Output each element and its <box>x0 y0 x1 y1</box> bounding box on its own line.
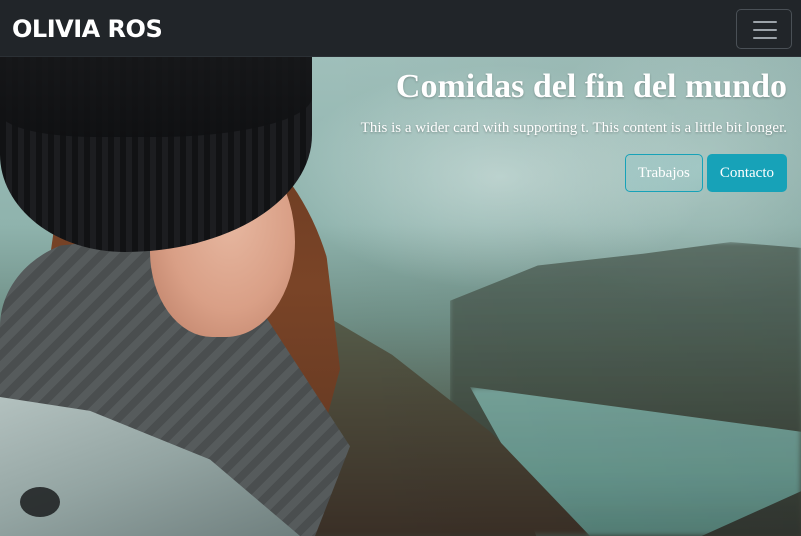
navbar: OLIVIA ROS <box>0 0 801 57</box>
contacto-button[interactable]: Contacto <box>706 154 787 192</box>
brand-logo[interactable]: OLIVIA ROS <box>12 12 163 46</box>
trabajos-button[interactable]: Trabajos <box>624 154 703 192</box>
navbar-toggler-button[interactable] <box>736 9 792 49</box>
hero-title: Comidas del fin del mundo <box>395 68 787 105</box>
hero-text: This is a wider card with supporting t. … <box>360 120 787 136</box>
hero-section: Comidas del fin del mundo This is a wide… <box>0 57 801 536</box>
hero-content: Comidas del fin del mundo This is a wide… <box>317 67 787 192</box>
hamburger-menu-icon <box>753 21 777 39</box>
hero-buttons: Trabajos Contacto <box>317 154 787 192</box>
